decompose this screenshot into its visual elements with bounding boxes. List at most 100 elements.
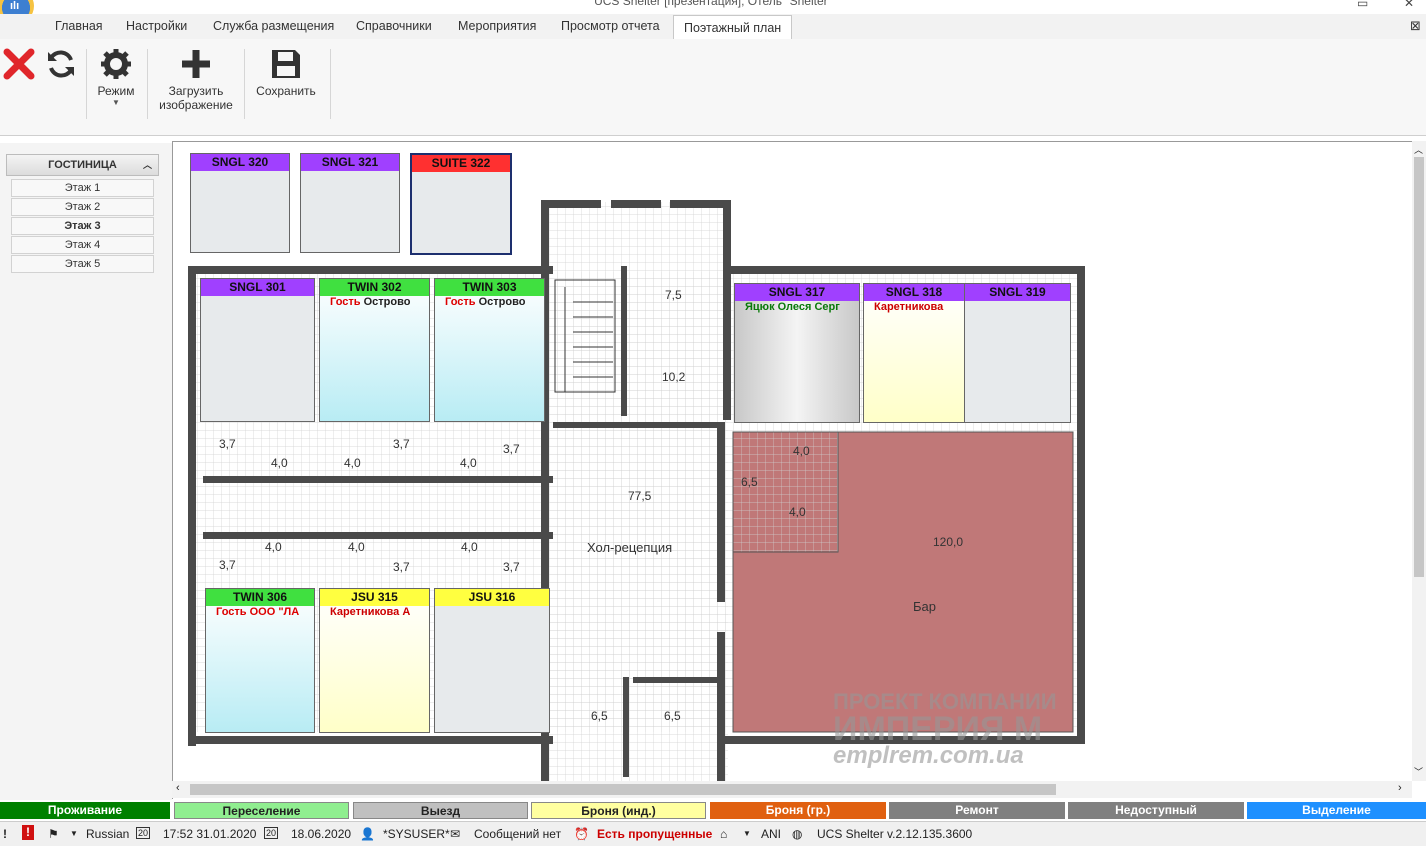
gear-icon <box>101 49 131 79</box>
area-label: 4,0 <box>348 540 365 554</box>
tab-floor-plan[interactable]: Поэтажный план <box>673 15 793 40</box>
calendar-icon: 20 <box>264 827 279 839</box>
mode-label: Режим <box>97 84 135 98</box>
legend-living: Проживание <box>0 802 170 819</box>
area-label: 3,7 <box>503 560 520 574</box>
floor-plan-canvas: SNGL 320 SNGL 321 SUITE 322 SNGL 301 TWI… <box>172 141 1426 799</box>
envelope-icon[interactable]: ✉ <box>450 827 460 841</box>
legend-booking-group: Броня (гр.) <box>710 802 886 819</box>
area-label: 4,0 <box>789 505 806 519</box>
hotel-group-header[interactable]: ГОСТИНИЦА ︿ <box>6 154 159 176</box>
ribbon: Режим ▼ Загрузить изображение Сохранить <box>0 39 1426 136</box>
watermark-line: ИМПЕРИЯ М <box>833 710 1043 748</box>
legend-selection: Выделение <box>1247 802 1426 819</box>
upload-image-button[interactable]: Загрузить изображение <box>156 47 236 112</box>
scroll-left-icon[interactable]: ‹ <box>176 782 180 794</box>
watermark: ПРОЕКТ КОМПАНИИ ИМПЕРИЯ М emplrem.com.ua <box>833 690 1057 768</box>
flag-icon[interactable]: ⚑ <box>48 827 59 841</box>
room-header: SNGL 318 <box>864 284 964 301</box>
room-322[interactable]: SUITE 322 <box>410 153 512 255</box>
room-303[interactable]: TWIN 303 Гость Острово <box>434 278 545 422</box>
error-icon[interactable]: ! <box>22 825 34 840</box>
restore-icon[interactable]: ▭ <box>1357 0 1368 10</box>
room-321[interactable]: SNGL 321 <box>300 153 400 253</box>
area-label: 3,7 <box>219 437 236 451</box>
room-318[interactable]: SNGL 318 Каретникова <box>863 283 965 423</box>
floor-item-3[interactable]: Этаж 3 <box>11 217 154 235</box>
room-301[interactable]: SNGL 301 <box>200 278 315 422</box>
chevron-down-icon[interactable]: ▼ <box>743 829 751 838</box>
alarm-clock-icon[interactable]: ⏰ <box>574 827 589 841</box>
cancel-icon[interactable] <box>2 47 36 84</box>
occupant-prefix: Гость <box>445 296 476 308</box>
area-label: 4,0 <box>461 540 478 554</box>
home-icon[interactable]: ⌂ <box>720 827 727 841</box>
horizontal-scrollbar[interactable]: ‹ › <box>172 781 1412 798</box>
vertical-scrollbar[interactable]: ︿ ﹀ <box>1412 141 1426 781</box>
occupant-name: Острово <box>478 296 526 308</box>
tab-events[interactable]: Мероприятия <box>458 19 536 33</box>
legend-booking-individual: Броня (инд.) <box>531 802 706 819</box>
occupant-prefix: Гость <box>330 296 361 308</box>
room-header: TWIN 302 <box>320 279 429 296</box>
room-319[interactable]: SNGL 319 <box>964 283 1071 423</box>
hotel-tree-panel: ГОСТИНИЦА ︿ Этаж 1 Этаж 2 Этаж 3 Этаж 4 Э… <box>0 143 172 800</box>
area-label: 3,7 <box>393 560 410 574</box>
alert-icon[interactable]: ! <box>3 827 7 841</box>
upload-label-2: изображение <box>159 98 233 112</box>
room-317[interactable]: SNGL 317 Яцюк Олеся Серг <box>734 283 860 423</box>
occupant-name: Каретникова А <box>330 606 411 618</box>
area-label: 6,5 <box>664 709 681 723</box>
watermark-line: emplrem.com.ua <box>833 742 1024 769</box>
room-header: SNGL 301 <box>201 279 314 296</box>
current-user: *SYSUSER* <box>383 827 450 841</box>
floppy-disk-icon <box>272 50 300 78</box>
legend-checkout: Выезд <box>353 802 528 819</box>
upload-label-1: Загрузить <box>168 84 224 98</box>
globe-icon: ◍ <box>792 827 803 841</box>
area-label: 7,5 <box>665 288 682 302</box>
legend-moving: Переселение <box>174 802 349 819</box>
room-315[interactable]: JSU 315 Каретникова А <box>319 588 430 733</box>
mode-button[interactable]: Режим ▼ <box>92 47 140 107</box>
tab-accommodation[interactable]: Служба размещения <box>213 19 334 33</box>
area-label: 4,0 <box>793 444 810 458</box>
area-label: Хол-рецепция <box>587 540 673 555</box>
ribbon-tabs: Главная Настройки Служба размещения Спра… <box>0 14 1426 40</box>
close-tab-icon[interactable]: ⊠ <box>1410 18 1421 34</box>
app-version: UCS Shelter v.2.12.135.3600 <box>817 827 973 841</box>
room-316[interactable]: JSU 316 <box>434 588 550 733</box>
scroll-thumb[interactable] <box>1414 157 1424 577</box>
scroll-thumb[interactable] <box>190 784 1056 795</box>
room-header: SNGL 317 <box>735 284 859 301</box>
area-label: 4,0 <box>265 540 282 554</box>
room-306[interactable]: TWIN 306 Гость ООО "ЛА <box>205 588 315 733</box>
title-bar: UCS Shelter [презентация], Отель "Shelte… <box>0 0 1426 14</box>
tab-references[interactable]: Справочники <box>356 19 432 33</box>
occupant-name: Острово <box>363 296 411 308</box>
floor-item-2[interactable]: Этаж 2 <box>11 198 154 216</box>
chevron-down-icon: ▼ <box>112 98 120 107</box>
legend-repair: Ремонт <box>889 802 1065 819</box>
floor-item-4[interactable]: Этаж 4 <box>11 236 154 254</box>
floor-item-5[interactable]: Этаж 5 <box>11 255 154 273</box>
language[interactable]: Russian <box>86 827 129 841</box>
save-button[interactable]: Сохранить <box>255 47 317 98</box>
room-320[interactable]: SNGL 320 <box>190 153 290 253</box>
chevron-down-icon[interactable]: ▼ <box>70 829 78 838</box>
tab-home[interactable]: Главная <box>55 19 103 33</box>
floor-item-1[interactable]: Этаж 1 <box>11 179 154 197</box>
window-title: UCS Shelter [презентация], Отель "Shelte… <box>594 0 832 8</box>
room-302[interactable]: TWIN 302 Гость Острово <box>319 278 430 422</box>
scroll-up-icon[interactable]: ︿ <box>1414 143 1423 156</box>
missed-events[interactable]: Есть пропущенные <box>597 827 712 841</box>
tab-settings[interactable]: Настройки <box>126 19 187 33</box>
system-date: 18.06.2020 <box>291 827 352 841</box>
refresh-icon[interactable] <box>44 47 78 84</box>
scroll-right-icon[interactable]: › <box>1398 782 1402 794</box>
messages-status[interactable]: Сообщений нет <box>474 827 561 841</box>
tab-report-view[interactable]: Просмотр отчета <box>561 19 660 33</box>
scroll-down-icon[interactable]: ﹀ <box>1414 765 1423 778</box>
occupant-name: Яцюк Олеся Серг <box>745 301 840 313</box>
close-window-icon[interactable]: ✕ <box>1404 0 1414 10</box>
